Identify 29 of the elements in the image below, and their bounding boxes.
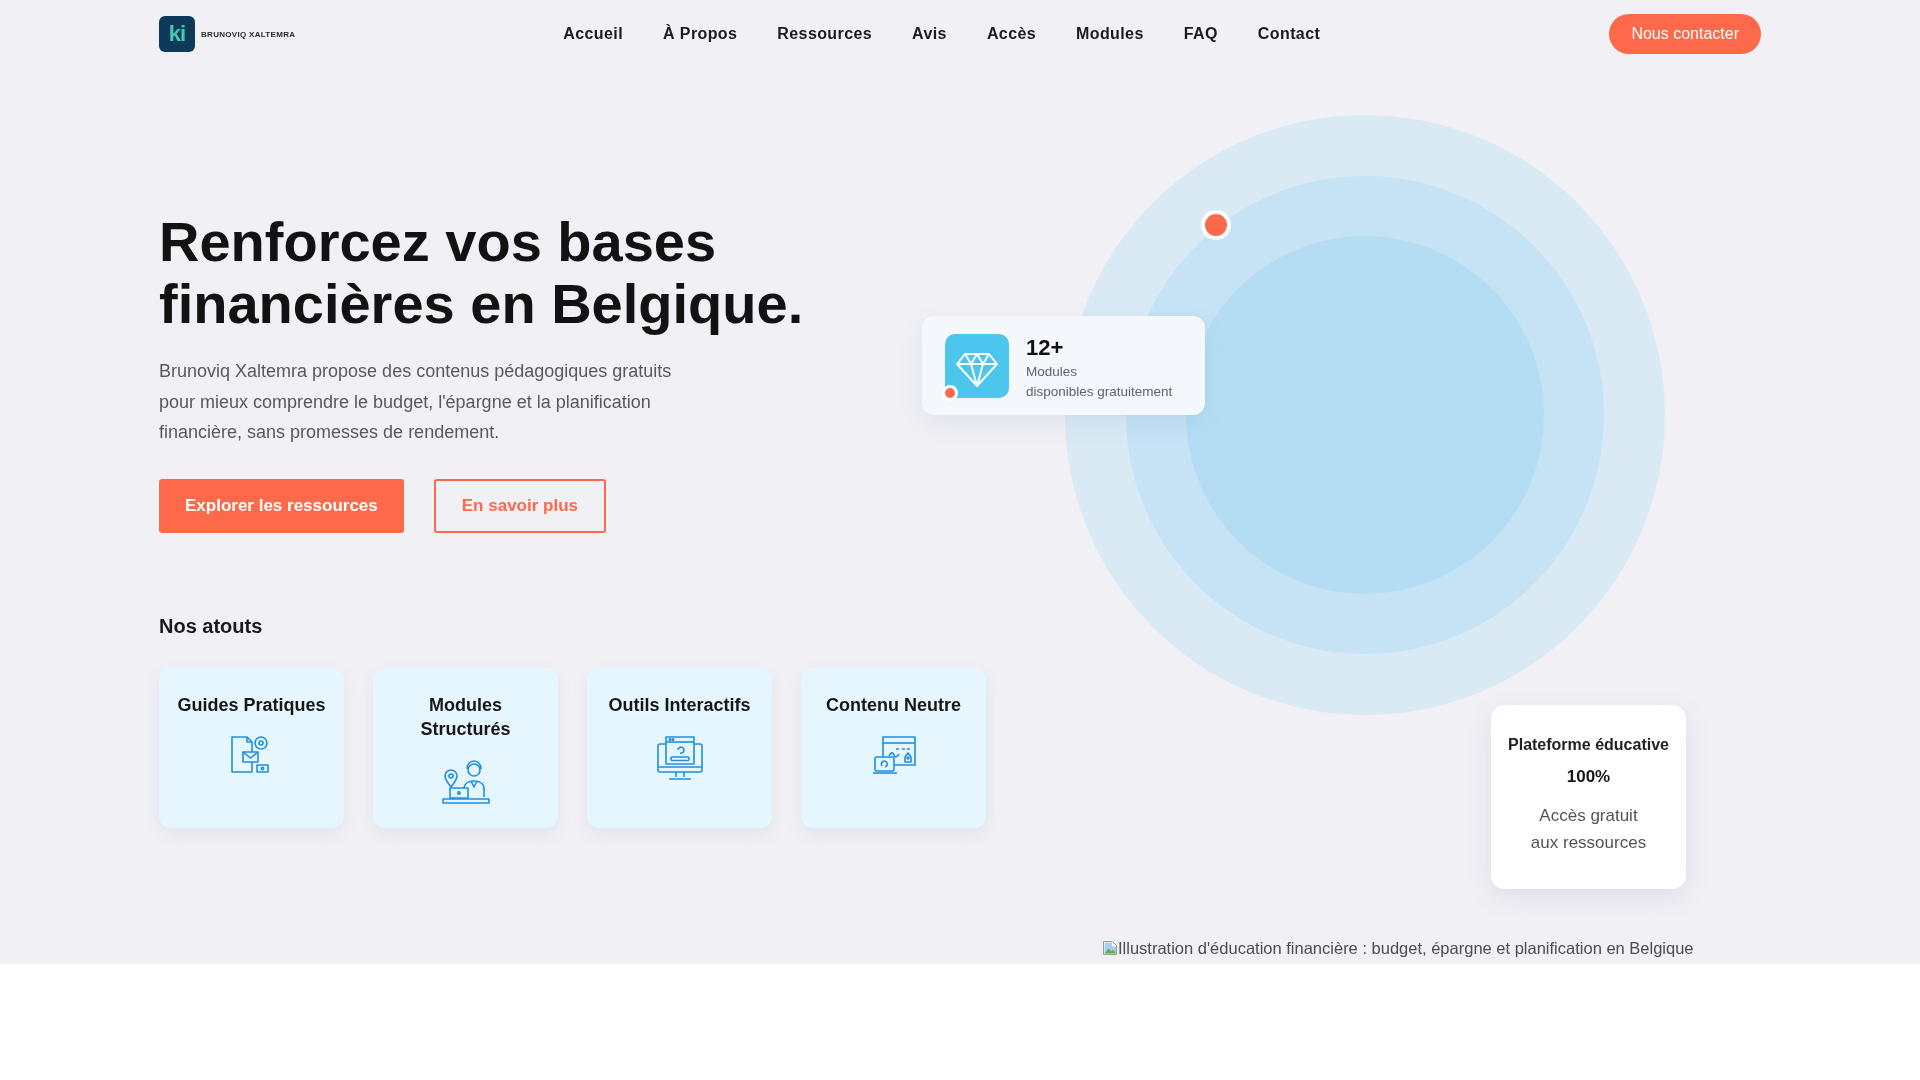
feature-title: Outils Interactifs [608, 693, 751, 717]
laptop-window-icon [870, 734, 917, 777]
nav-link[interactable]: Contact [1257, 25, 1321, 43]
section-heading: Nos atouts [159, 613, 264, 638]
nav-link[interactable]: Accès [986, 25, 1037, 43]
nav-link[interactable]: Modules [1076, 25, 1144, 43]
person-laptop-icon [440, 758, 491, 805]
platform-title: Plateforme éducative [1508, 735, 1669, 755]
feature-title: Modules Structurés [419, 693, 512, 741]
platform-text: Accès gratuit aux ressources [1529, 805, 1648, 854]
logo-mark[interactable]: ki [159, 16, 195, 52]
feature-title: Contenu Neutre [826, 693, 961, 717]
brand-name[interactable]: BRUNOVIQ XALTEMRA [201, 29, 296, 39]
feature-title: Guides Pratiques [177, 693, 326, 717]
stat-detail: disponibles gratuitement [1026, 383, 1173, 401]
nav-link[interactable]: Avis [912, 25, 947, 43]
nav-link[interactable]: À Propos [663, 25, 738, 43]
broken-image-icon [1102, 940, 1118, 956]
image-alt-text: Illustration d'éducation financière : budget, épargne et planification en Belgique [1118, 938, 1694, 959]
nav-link[interactable]: Accueil [563, 25, 623, 43]
stat-label: Modules [1026, 363, 1079, 381]
nav-link[interactable]: Ressources [777, 25, 873, 43]
hero-title: Renforcez vos bases financières en Belgique. [159, 211, 805, 335]
platform-value: 100% [1566, 767, 1611, 787]
status-dot-icon [942, 385, 958, 401]
stat-value: 12+ [1026, 334, 1065, 362]
nav-link[interactable]: FAQ [1183, 25, 1218, 43]
hero-description: Brunoviq Xaltemra propose des contenus pédagogiques gratuits pour mieux comprendre le budget, l'épargne et la planification financière, sans promesses de rendement. [159, 360, 673, 445]
monitor-icon [655, 734, 704, 783]
